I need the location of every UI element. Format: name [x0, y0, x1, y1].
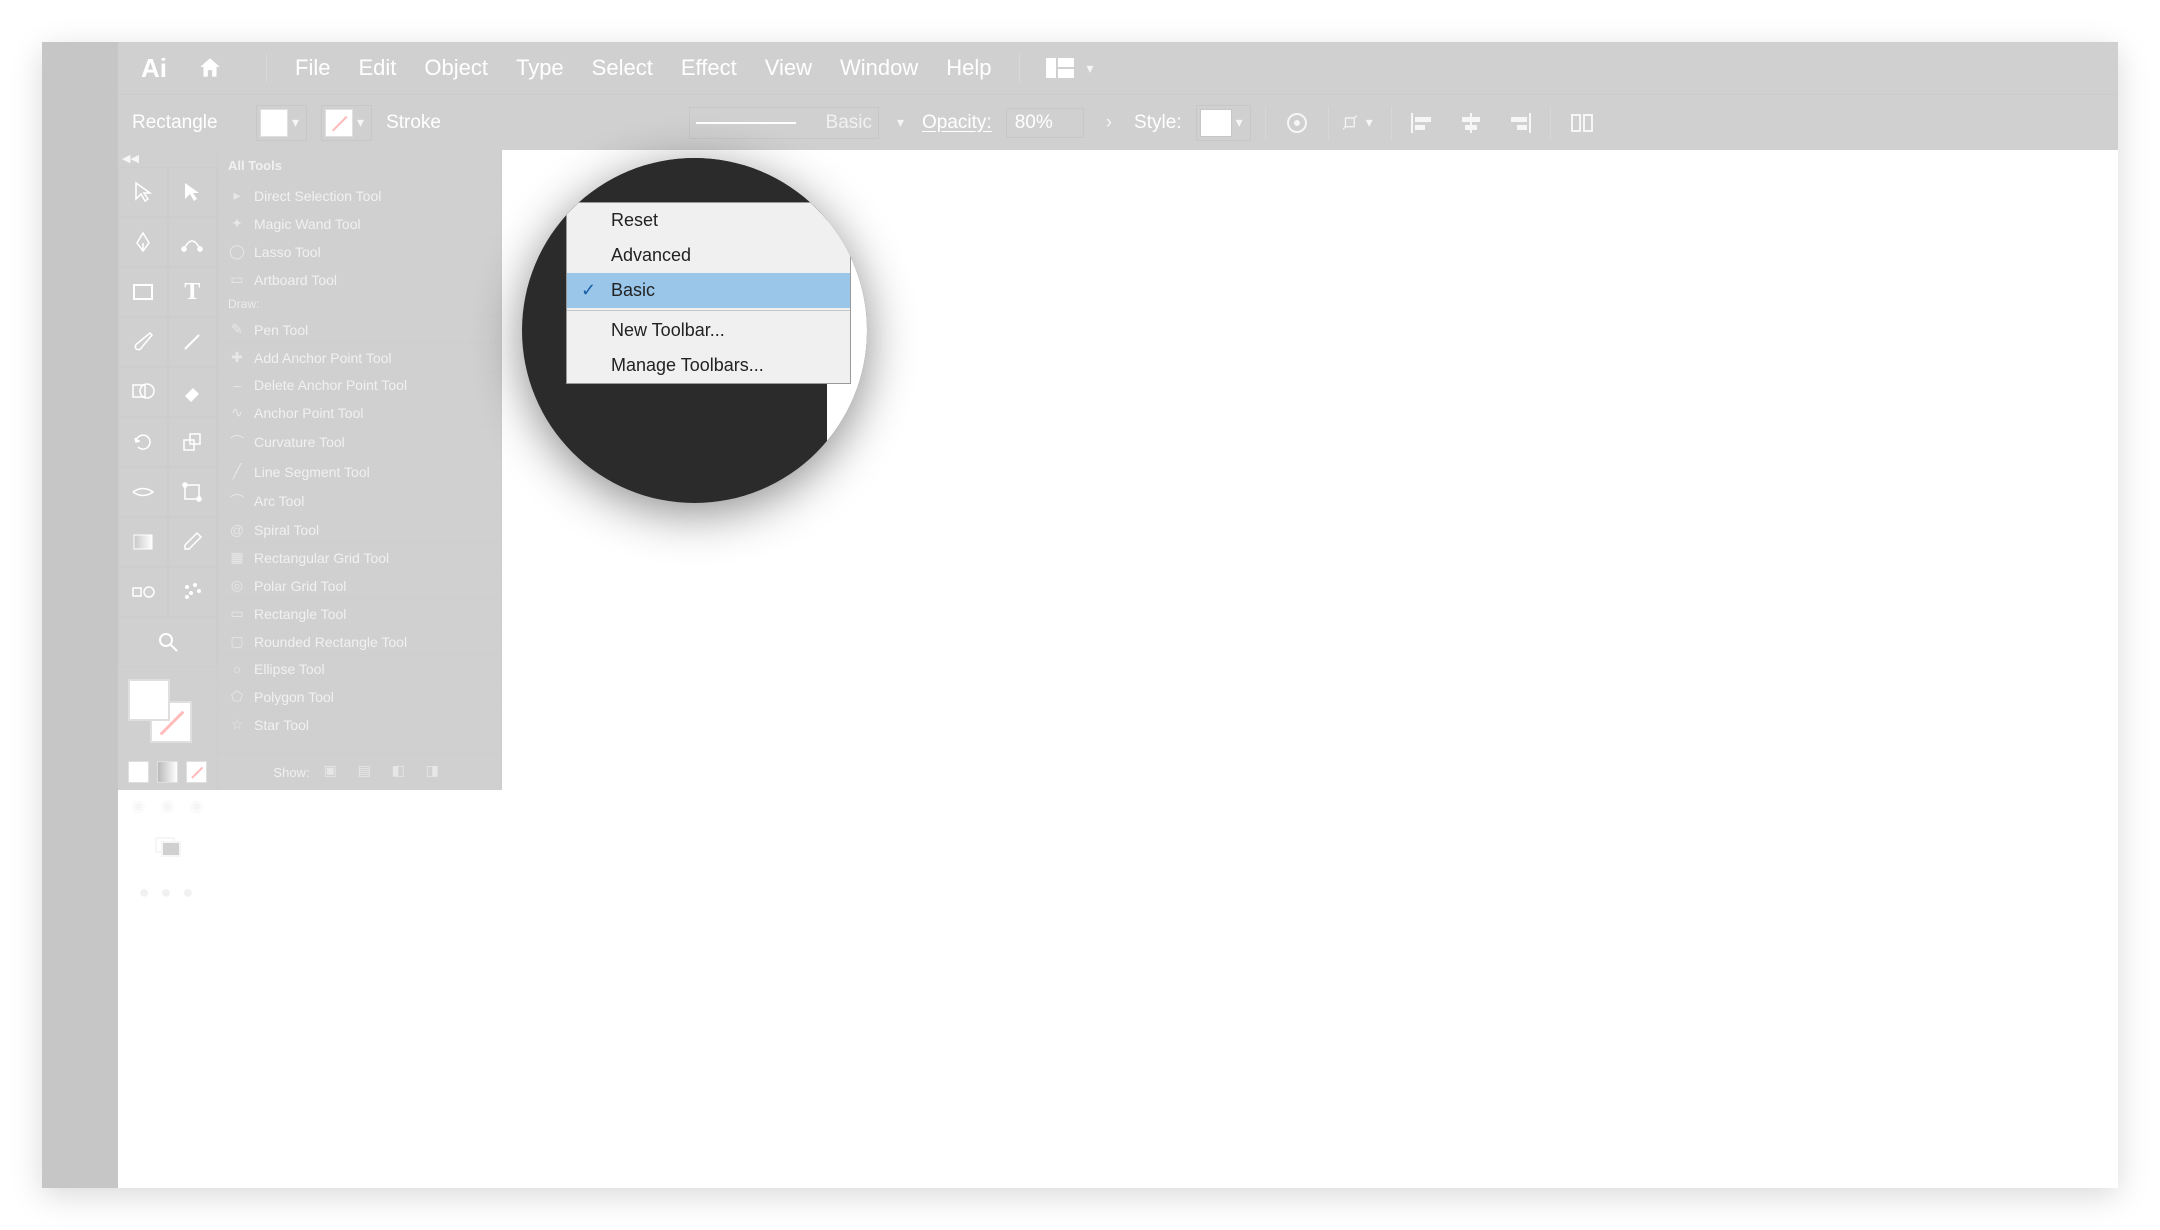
menu-item-manage-toolbars[interactable]: Manage Toolbars... — [567, 348, 850, 383]
menu-item-new-toolbar[interactable]: New Toolbar... — [567, 313, 850, 348]
panel-menu-icon[interactable]: ≡ — [534, 176, 547, 202]
dim-overlay — [42, 42, 2118, 1188]
toolbar-flyout-menu: Reset Advanced Basic New Toolbar... Mana… — [566, 202, 851, 384]
menu-item-basic[interactable]: Basic — [567, 273, 850, 308]
menu-item-advanced[interactable]: Advanced — [567, 238, 850, 273]
zoom-lens: ≡ Reset Advanced Basic New Toolbar... Ma… — [522, 158, 867, 503]
menu-item-reset[interactable]: Reset — [567, 203, 850, 238]
